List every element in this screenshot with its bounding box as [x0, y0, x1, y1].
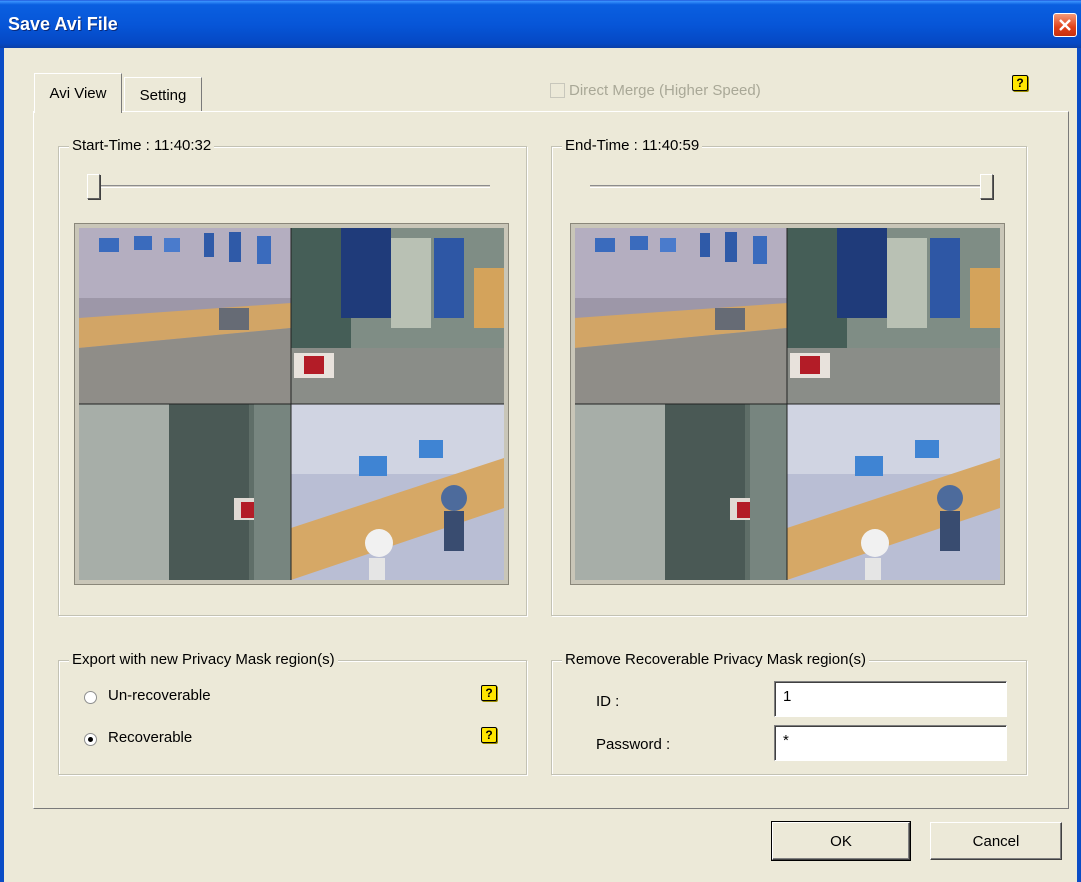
tab-setting[interactable]: Setting	[124, 77, 202, 112]
end-time-label: End-Time : 11:40:59	[562, 137, 703, 154]
checkbox-box	[550, 83, 565, 98]
start-time-slider-thumb[interactable]	[87, 174, 100, 199]
help-icon[interactable]: ?	[1012, 75, 1028, 91]
start-video-preview	[75, 224, 508, 584]
tab-label: Setting	[139, 87, 187, 104]
close-button[interactable]	[1053, 13, 1077, 37]
unrecoverable-radio[interactable]	[84, 691, 97, 704]
end-video-preview	[571, 224, 1004, 584]
password-field[interactable]: *	[774, 725, 1007, 761]
id-label: ID :	[596, 693, 620, 710]
cancel-label: Cancel	[972, 833, 1020, 850]
recoverable-radio[interactable]	[84, 733, 97, 746]
privacy-export-group: Export with new Privacy Mask region(s)	[58, 651, 527, 775]
remove-recoverable-label: Remove Recoverable Privacy Mask region(s…	[562, 651, 869, 668]
ok-label: OK	[830, 833, 852, 850]
camera-grid-image	[575, 228, 1000, 580]
id-field[interactable]: 1	[774, 681, 1007, 717]
tab-avi-view[interactable]: Avi View	[34, 73, 122, 113]
cancel-button[interactable]: Cancel	[930, 822, 1062, 860]
window-frame-left	[0, 48, 4, 882]
ok-button[interactable]: OK	[771, 821, 911, 861]
password-label: Password :	[596, 736, 671, 753]
close-icon	[1059, 19, 1071, 31]
direct-merge-label: Direct Merge (Higher Speed)	[569, 82, 761, 99]
title-bar: Save Avi File	[0, 0, 1081, 48]
recoverable-label: Recoverable	[108, 729, 193, 746]
start-time-slider-track[interactable]	[92, 185, 490, 188]
window-frame-right	[1077, 48, 1081, 882]
window-title: Save Avi File	[8, 14, 118, 34]
help-icon[interactable]: ?	[481, 685, 497, 701]
privacy-export-label: Export with new Privacy Mask region(s)	[69, 651, 338, 668]
camera-grid-image	[79, 228, 504, 580]
end-time-slider-track[interactable]	[590, 185, 988, 188]
start-time-label: Start-Time : 11:40:32	[69, 137, 215, 154]
tab-label: Avi View	[49, 85, 107, 102]
end-time-slider-thumb[interactable]	[980, 174, 993, 199]
help-icon[interactable]: ?	[481, 727, 497, 743]
unrecoverable-label: Un-recoverable	[108, 687, 211, 704]
